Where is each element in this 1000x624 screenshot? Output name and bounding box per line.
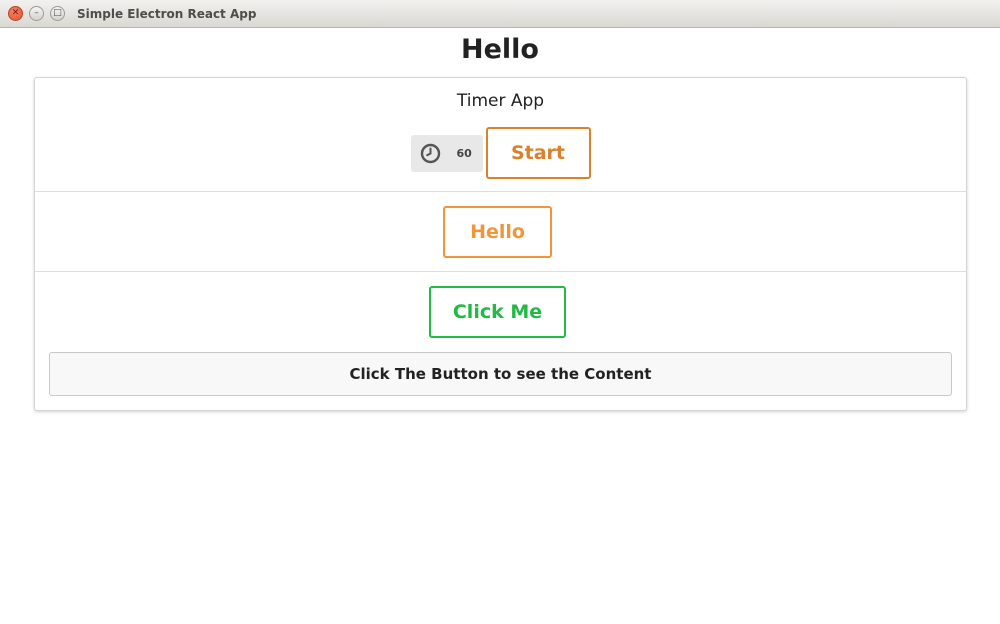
hello-section: Hello (35, 192, 966, 272)
page-heading: Hello (461, 34, 539, 65)
timer-section: Timer App 60 Start (35, 78, 966, 192)
content-message: Click The Button to see the Content (49, 352, 952, 396)
start-button[interactable]: Start (485, 127, 591, 179)
title-bar: ✕ – □ Simple Electron React App (0, 0, 1000, 28)
hello-button[interactable]: Hello (443, 206, 552, 258)
maximize-window-button[interactable]: □ (50, 6, 65, 21)
click-button-row: Click Me (35, 272, 966, 352)
timer-row: 60 Start (35, 127, 966, 179)
app-window: ✕ – □ Simple Electron React App Hello Ti… (0, 0, 1000, 624)
window-controls: ✕ – □ (8, 6, 71, 21)
click-section: Click Me Click The Button to see the Con… (35, 272, 966, 396)
minimize-window-button[interactable]: – (29, 6, 44, 21)
timer-value: 60 (456, 146, 472, 160)
window-title: Simple Electron React App (77, 6, 257, 21)
timer-display: 60 (410, 134, 483, 172)
close-window-button[interactable]: ✕ (8, 6, 23, 21)
click-me-button[interactable]: Click Me (429, 286, 566, 338)
timer-title: Timer App (456, 91, 545, 111)
main-card: Timer App 60 Start Hello Click Me Click … (34, 77, 967, 411)
clock-icon (420, 143, 441, 164)
